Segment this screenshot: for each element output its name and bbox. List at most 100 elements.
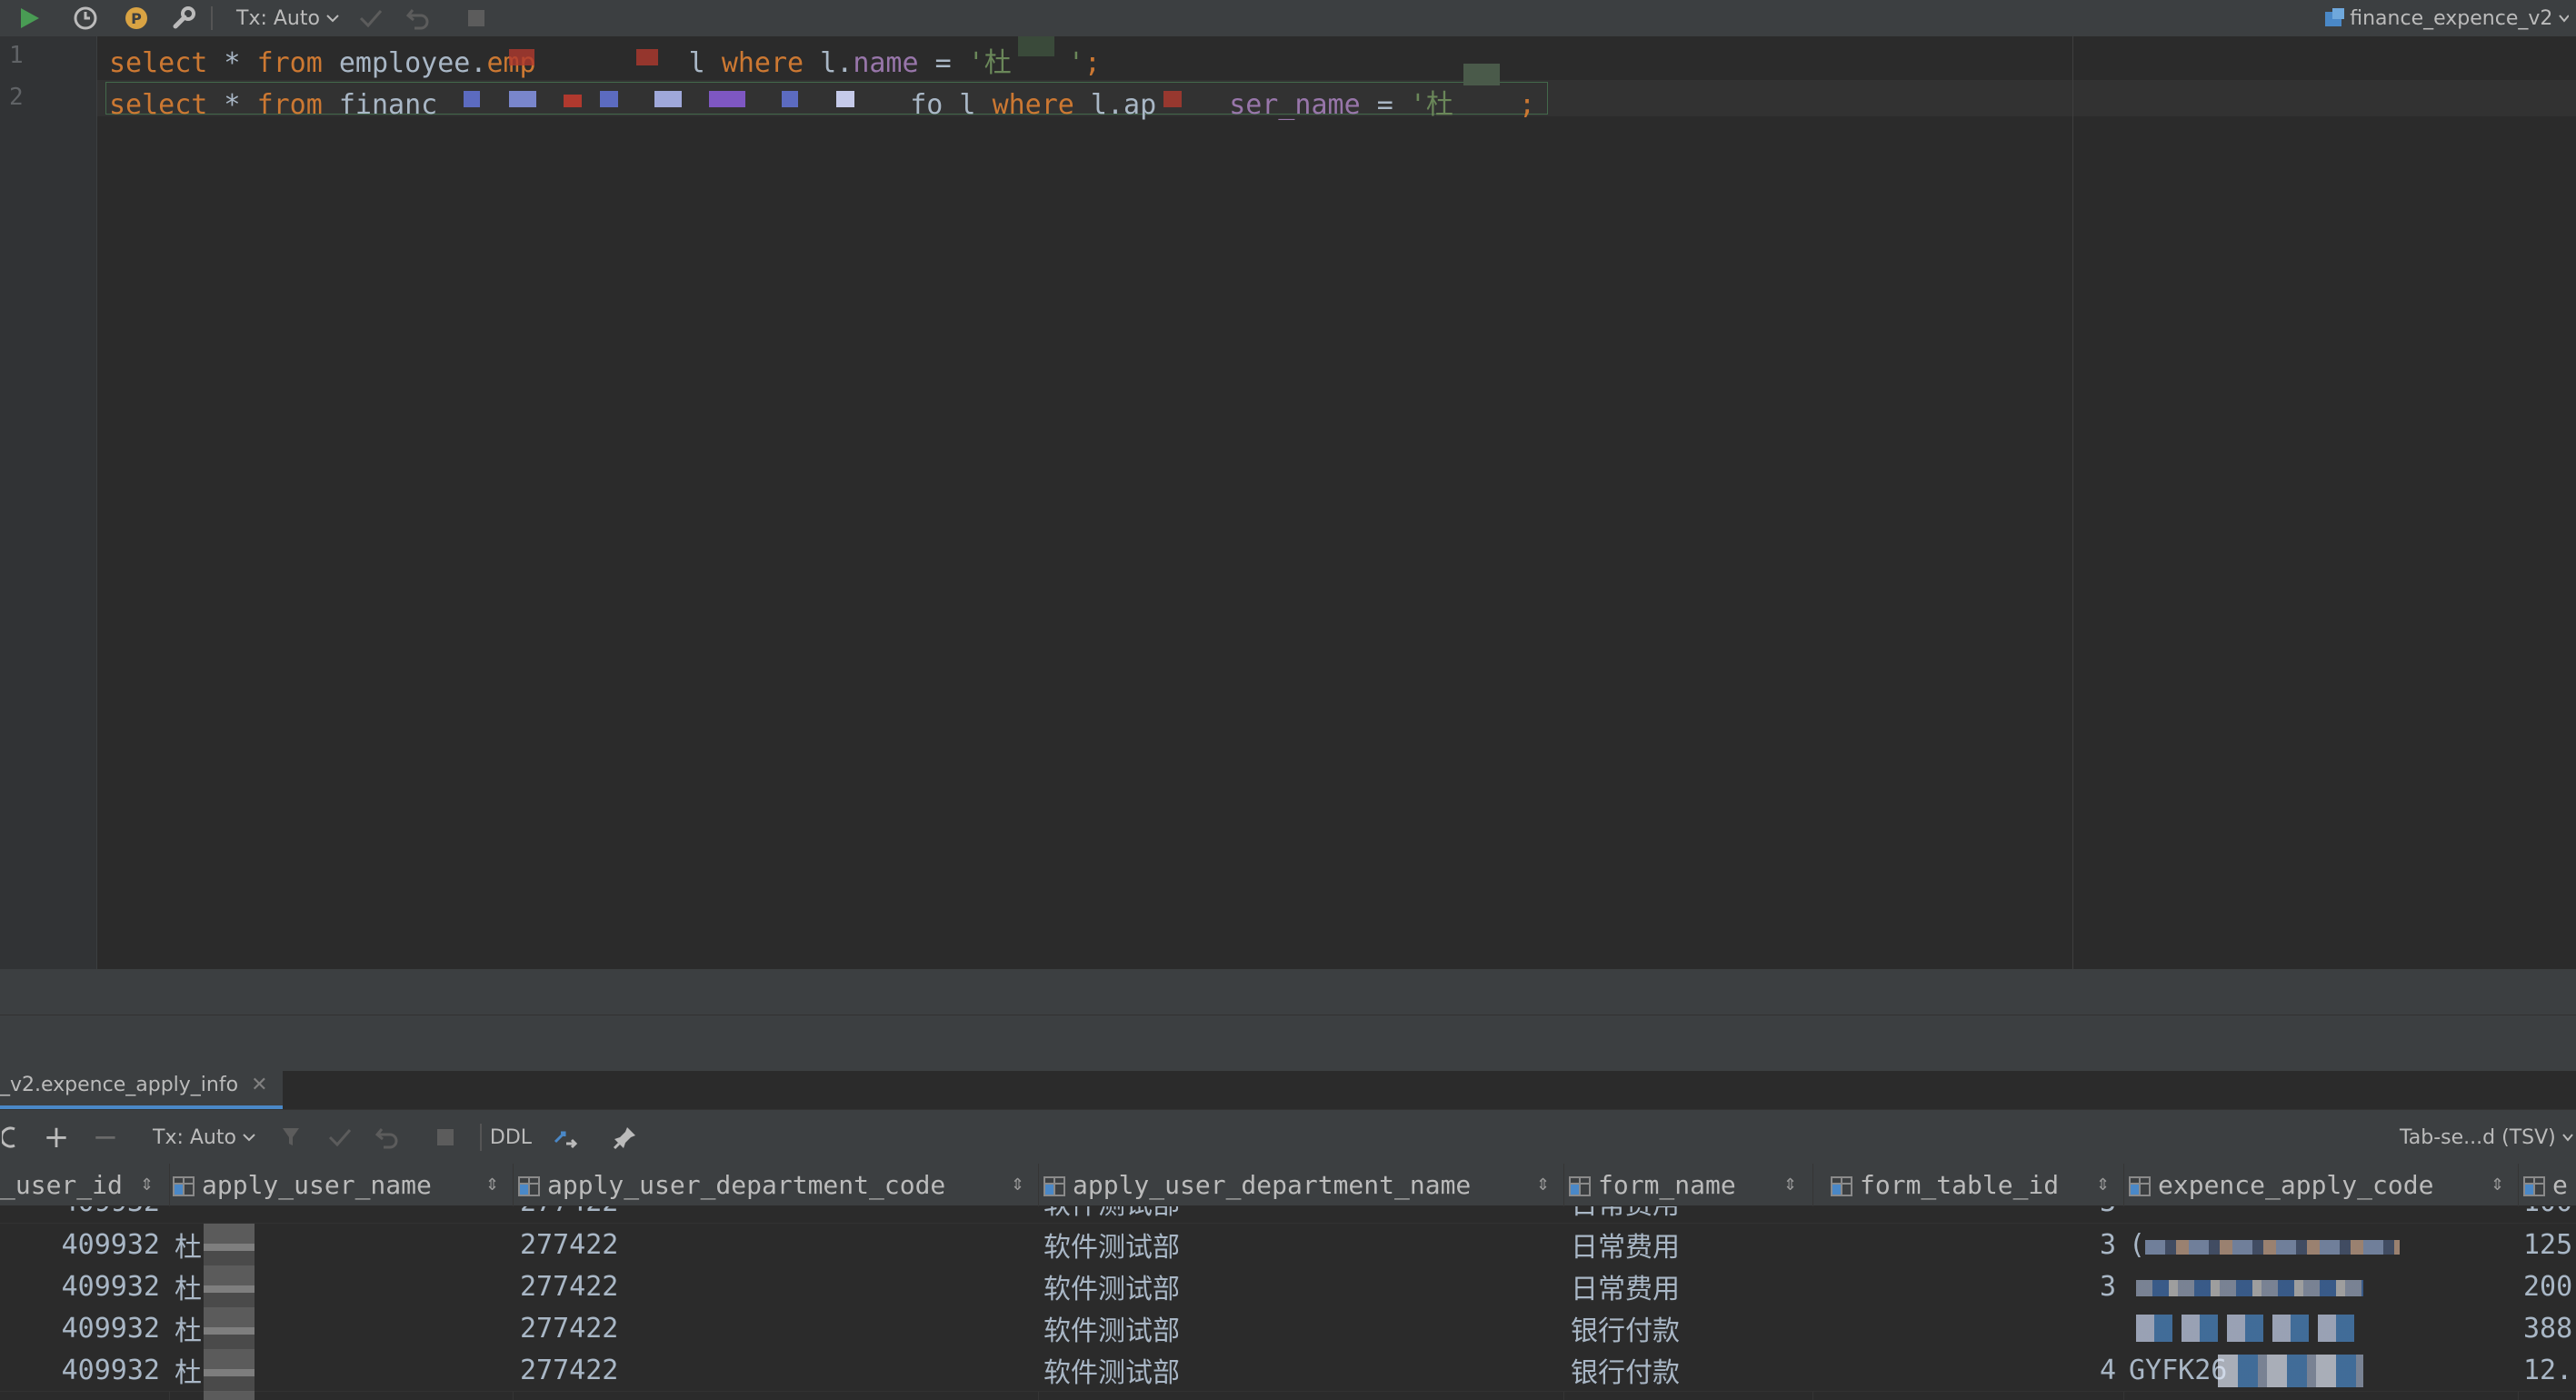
datasource-name: finance_expence_v2: [2350, 6, 2553, 30]
column-header-label: _user_id: [0, 1169, 123, 1200]
cell-dept-code[interactable]: 277422: [520, 1206, 1029, 1223]
sort-icon[interactable]: ⇕: [2491, 1164, 2504, 1205]
cell-form-table-id[interactable]: 4: [1818, 1349, 2116, 1391]
cell-form-name[interactable]: 日常费用: [1571, 1206, 1807, 1223]
commit-button[interactable]: [353, 0, 389, 36]
cell-user-id[interactable]: 409932: [0, 1307, 160, 1349]
compare-arrows-icon: [554, 1131, 578, 1149]
submit-button[interactable]: [322, 1110, 358, 1165]
refresh-button[interactable]: [0, 1110, 18, 1165]
code-token: ;: [1083, 47, 1101, 79]
history-button[interactable]: [67, 0, 104, 36]
code-token: =: [1360, 89, 1410, 121]
sql-keyword: select: [109, 89, 208, 121]
undo-icon: [374, 1128, 398, 1149]
column-header-apply-user-department-name[interactable]: apply_user_department_name: [1043, 1164, 1534, 1205]
cell-form-name[interactable]: 日常费用: [1571, 1224, 1807, 1265]
add-row-button[interactable]: +: [38, 1110, 75, 1165]
tx-mode-dropdown[interactable]: Tx: Auto: [229, 0, 347, 36]
ddl-button[interactable]: DDL: [485, 1110, 536, 1165]
rollback-button[interactable]: [400, 0, 436, 36]
cell-dept-name[interactable]: 软件测试部: [1043, 1224, 1553, 1265]
sort-icon[interactable]: ⇕: [1783, 1164, 1797, 1205]
tab-results[interactable]: _v2.expence_apply_info ✕: [0, 1064, 283, 1109]
cell-truncated[interactable]: 125: [2523, 1224, 2576, 1265]
delete-row-button[interactable]: −: [87, 1110, 124, 1165]
compare-button[interactable]: [549, 1110, 582, 1165]
cell-form-table-id[interactable]: 3: [1818, 1224, 2116, 1265]
sort-icon[interactable]: ⇕: [2096, 1164, 2110, 1205]
settings-button[interactable]: [165, 0, 202, 36]
cell-dept-code[interactable]: 277422: [520, 1224, 1029, 1265]
column-header-form-name[interactable]: form_name: [1569, 1164, 1778, 1205]
cell-truncated[interactable]: 12.: [2523, 1349, 2576, 1391]
redaction-pixel: [464, 91, 480, 107]
column-header-apply-user-department-code[interactable]: apply_user_department_code: [518, 1164, 1009, 1205]
close-icon[interactable]: ✕: [251, 1074, 267, 1096]
redaction-pixel: [509, 49, 534, 65]
table-row-partial[interactable]: 409932 277422 软件测试部 日常费用 3 100: [0, 1206, 2576, 1224]
cell-form-table-id[interactable]: [1818, 1307, 2116, 1349]
cell-form-name[interactable]: 日常费用: [1571, 1265, 1807, 1307]
stop-button[interactable]: [458, 0, 494, 36]
cell-form-table-id[interactable]: 3: [1818, 1265, 2116, 1307]
column-header-apply-user-name[interactable]: apply_user_name: [173, 1164, 482, 1205]
redaction-pixel: [636, 49, 658, 65]
column-header-form-table-id[interactable]: form_table_id: [1831, 1164, 2103, 1205]
cell-truncated[interactable]: 100: [2523, 1206, 2576, 1223]
line-number: 1: [9, 42, 24, 69]
cell-user-id[interactable]: 409932: [0, 1206, 160, 1223]
cell-dept-name[interactable]: 软件测试部: [1043, 1349, 1553, 1391]
cell-truncated[interactable]: 200: [2523, 1265, 2576, 1307]
cell-dept-code[interactable]: 277422: [520, 1307, 1029, 1349]
cell-truncated[interactable]: 388: [2523, 1307, 2576, 1349]
panel-divider[interactable]: [0, 969, 2576, 1071]
string-literal: '杜: [967, 47, 1012, 79]
cell-form-name[interactable]: 银行付款: [1571, 1307, 1807, 1349]
sort-icon[interactable]: ⇕: [140, 1164, 154, 1205]
pin-tab-button[interactable]: [607, 1110, 644, 1165]
check-icon: [359, 10, 383, 28]
sort-icon[interactable]: ⇕: [485, 1164, 499, 1205]
revert-button[interactable]: [369, 1110, 405, 1165]
filter-icon: [283, 1128, 299, 1145]
column-header-truncated[interactable]: e: [2523, 1164, 2576, 1205]
run-button[interactable]: [11, 0, 47, 36]
column-header-user-id[interactable]: _user_id: [0, 1164, 136, 1205]
sort-icon[interactable]: ⇕: [1536, 1164, 1550, 1205]
code-token: ;: [1518, 89, 1535, 121]
cell-dept-code[interactable]: 277422: [520, 1265, 1029, 1307]
datasource-selector[interactable]: finance_expence_v2: [2323, 0, 2569, 36]
results-toolbar: + − Tx: Auto DDL Tab-se...d (TSV): [0, 1109, 2576, 1165]
cell-dept-code[interactable]: 277422: [520, 1349, 1029, 1391]
sort-icon[interactable]: ⇕: [1011, 1164, 1024, 1205]
explain-plan-button[interactable]: P: [118, 0, 155, 36]
results-tx-mode-dropdown[interactable]: Tx: Auto: [145, 1110, 264, 1165]
filter-button[interactable]: [275, 1110, 307, 1165]
column-header-label: expence_apply_code: [2158, 1169, 2434, 1200]
stop-button[interactable]: [427, 1110, 464, 1165]
cell-user-id[interactable]: 409932: [0, 1224, 160, 1265]
redaction-pixel: [1163, 91, 1182, 107]
cell-form-name[interactable]: 银行付款: [1571, 1349, 1807, 1391]
sql-editor[interactable]: 1 2 select * from employee.emp l where l…: [0, 36, 2576, 969]
table-row[interactable]: 409932 杜 277422 软件测试部 银行付款 4 GYFK26 12.: [0, 1349, 2576, 1392]
export-format-label: Tab-se...d (TSV): [2400, 1125, 2556, 1149]
sql-keyword: select: [109, 47, 208, 79]
chevron-down-icon: [2561, 1134, 2573, 1142]
code-token: l.ap: [1073, 89, 1157, 121]
cell-dept-name[interactable]: 软件测试部: [1043, 1206, 1553, 1223]
cell-form-table-id[interactable]: 3: [1818, 1206, 2116, 1223]
redaction-block: [2218, 1355, 2363, 1387]
cell-user-id[interactable]: 409932: [0, 1349, 160, 1391]
line-number-gutter: 1 2: [0, 36, 97, 969]
column-icon: [518, 1174, 540, 1196]
cell-dept-name[interactable]: 软件测试部: [1043, 1307, 1553, 1349]
column-header-label: apply_user_department_name: [1073, 1169, 1472, 1200]
code-line-1[interactable]: select * from employee.emp l where l.nam…: [109, 40, 1101, 80]
cell-dept-name[interactable]: 软件测试部: [1043, 1265, 1553, 1307]
cell-user-id[interactable]: 409932: [0, 1265, 160, 1307]
code-line-2[interactable]: select * from financ fo l where l.ap ser_n…: [109, 82, 1535, 122]
column-header-expence-apply-code[interactable]: expence_apply_code: [2129, 1164, 2492, 1205]
export-format-dropdown[interactable]: Tab-se...d (TSV): [2400, 1110, 2576, 1165]
